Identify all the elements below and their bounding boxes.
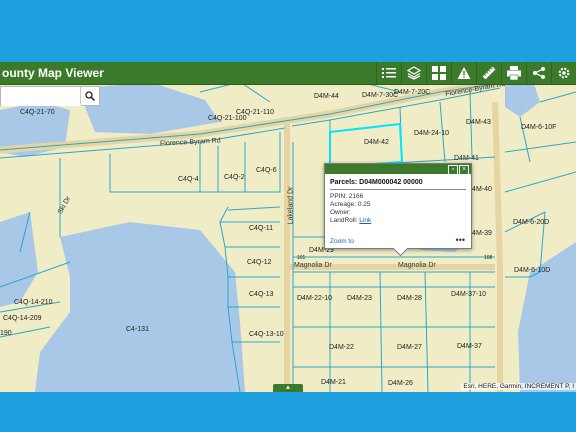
parcel-label: D4M-26 <box>388 380 413 387</box>
legend-icon[interactable] <box>376 62 401 84</box>
map-viewer: Florence-Byram Rd Florence-Byram Rd Magn… <box>0 62 576 392</box>
parcel-label: D4M-7-30C <box>362 92 399 99</box>
parcel-label: D4M-23 <box>347 295 372 302</box>
parcel-label: D4M-6-10F <box>521 124 557 131</box>
parcel-popup: ▫ × Parcels: D04M000042 00000 PPIN: 2166… <box>324 163 472 257</box>
print-icon[interactable] <box>501 62 526 84</box>
popup-close-button[interactable]: × <box>459 165 469 175</box>
parcel-label: D4M-27 <box>397 344 422 351</box>
panel-toggle-button[interactable]: ▲ <box>273 384 303 392</box>
parcel-label: D4M-37-10 <box>451 291 487 298</box>
popup-acreage: Acreage: 0.25 <box>330 201 371 208</box>
popup-landroll: LandRoll: Link <box>330 217 471 225</box>
parcel-label: C4Q-21-100 <box>208 115 247 122</box>
measure-icon[interactable] <box>476 62 501 84</box>
warning-icon[interactable] <box>451 62 476 84</box>
popup-landroll-link[interactable]: Link <box>359 217 371 224</box>
parcel-label: D4M-6-10D <box>514 267 551 274</box>
parcel-label: C4Q-6 <box>256 167 277 174</box>
search-button[interactable] <box>80 87 99 105</box>
parcel-label: 190 <box>0 330 12 337</box>
parcel-label: C4Q-4 <box>178 176 199 183</box>
road-east <box>492 101 503 392</box>
parcel-label: D4M-41 <box>454 155 479 162</box>
basemap-gallery-icon[interactable] <box>426 62 451 84</box>
lake-north <box>85 82 220 134</box>
lake-main <box>35 222 245 392</box>
popup-landroll-label: LandRoll: <box>330 217 358 224</box>
parcel-label: C4Q-21-110 <box>236 109 275 116</box>
road-label-lakeland: Lakeland Dr <box>287 186 295 225</box>
parcel-label: C4Q-12 <box>247 259 272 266</box>
parcel-label: D4M-24-10 <box>414 130 450 137</box>
map-canvas[interactable] <box>0 62 576 392</box>
zoom-to-link[interactable]: Zoom to <box>330 238 354 245</box>
parcel-label: C4-131 <box>126 326 149 333</box>
parcel-label: D4M-44 <box>314 93 339 100</box>
popup-ppin: PPIN: 2166 <box>330 193 364 200</box>
parcel-label: D4M-6-20D <box>513 219 550 226</box>
search-box <box>0 86 100 106</box>
popup-header: ▫ × <box>325 164 471 175</box>
parcel-label: D4M-21 <box>321 379 346 386</box>
popup-divider <box>330 189 466 190</box>
road-label-magnolia-1: Magnolia Dr <box>294 262 332 269</box>
parcel-label: C4Q-13-10 <box>249 331 284 338</box>
layers-icon[interactable] <box>401 62 426 84</box>
parcel-label: D4M-42 <box>364 139 389 146</box>
parcel-label: D4M-7-20C <box>394 89 431 96</box>
parcel-label: D4M-22-10 <box>297 295 333 302</box>
search-input[interactable] <box>1 89 81 106</box>
settings-icon[interactable] <box>551 62 576 84</box>
popup-owner: Owner: <box>330 209 351 216</box>
app-title: ounty Map Viewer <box>2 66 104 80</box>
share-icon[interactable] <box>526 62 551 84</box>
address-label: 108 <box>484 255 493 261</box>
parcel-label: C4Q-13 <box>249 291 274 298</box>
lake-east <box>518 242 576 392</box>
map-attribution: Esri, HERE, Garmin, INCREMENT P, I <box>461 383 576 390</box>
parcel-label: D4M-28 <box>397 295 422 302</box>
parcel-label: C4Q-14-210 <box>14 299 53 306</box>
search-icon <box>85 91 95 101</box>
address-label: 101 <box>297 255 306 261</box>
parcel-label: D4M-22 <box>329 344 354 351</box>
parcel-label: C4Q-11 <box>249 225 273 232</box>
lake-west <box>0 212 38 307</box>
road-label-magnolia-2: Magnolia Dr <box>398 262 436 269</box>
popup-more-button[interactable]: ••• <box>456 235 465 245</box>
parcel-label: C4Q-21-70 <box>20 109 55 116</box>
popup-title: Parcels: D04M000042 00000 <box>330 179 423 186</box>
parcel-label: C4Q-14-209 <box>3 315 42 322</box>
parcel-label: D4M-43 <box>466 119 491 126</box>
parcel-label: C4Q-2 <box>224 174 245 181</box>
app-header: ounty Map Viewer <box>0 62 576 85</box>
toolbar <box>376 62 576 84</box>
parcel-label: D4M-37 <box>457 343 482 350</box>
popup-maximize-button[interactable]: ▫ <box>448 165 458 175</box>
